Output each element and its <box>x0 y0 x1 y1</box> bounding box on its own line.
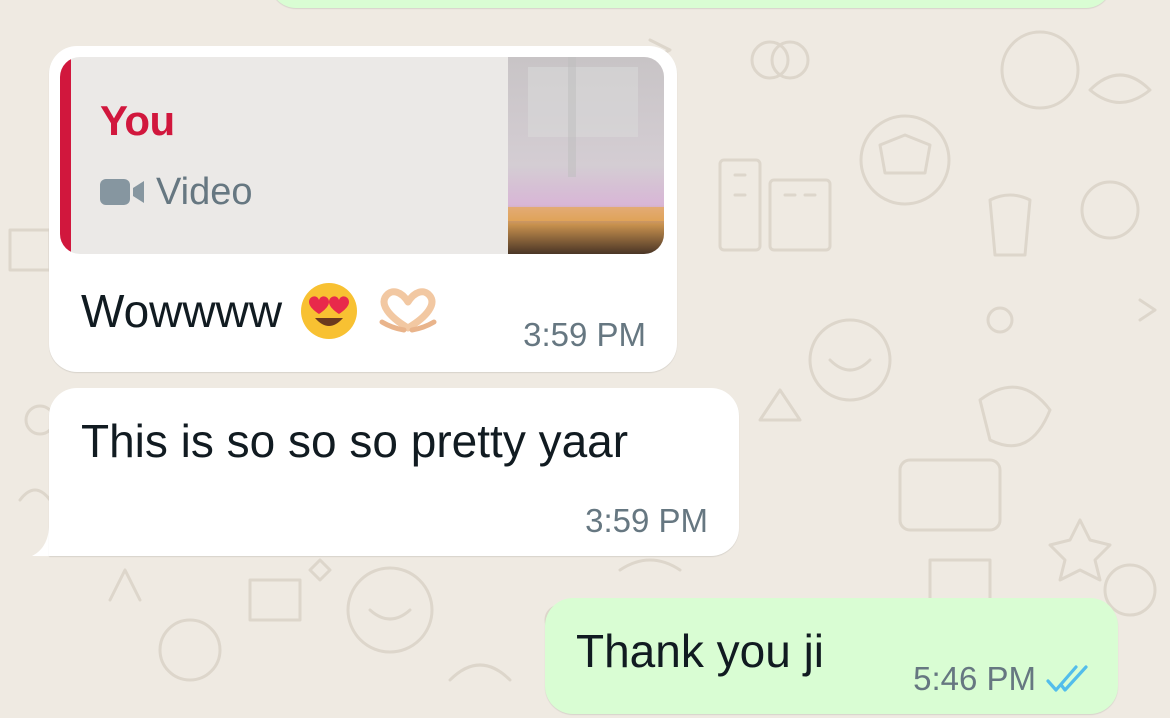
reply-media-label: Video <box>156 170 253 213</box>
message-bubble-incoming[interactable]: You Video Wowwww 3:59 PM <box>49 46 677 372</box>
video-camera-icon <box>100 179 144 205</box>
reply-author: You <box>100 97 175 144</box>
heart-hands-emoji <box>379 288 437 333</box>
reply-quote[interactable]: You Video <box>60 57 664 254</box>
message-text: Wowwww <box>81 282 440 340</box>
reply-accent-bar <box>60 57 71 254</box>
double-check-icon <box>1046 665 1088 692</box>
message-timestamp: 5:46 PM <box>913 660 1036 697</box>
message-bubble-incoming[interactable]: This is so so so pretty yaar 3:59 PM <box>49 388 739 556</box>
heart-eyes-emoji <box>301 283 358 339</box>
video-thumbnail[interactable] <box>508 57 664 254</box>
message-bubble-outgoing[interactable]: Thank you ji 5:46 PM <box>545 598 1118 714</box>
message-text-content: Wowwww <box>81 285 283 337</box>
message-meta: 5:46 PM <box>913 660 1092 698</box>
message-timestamp: 3:59 PM <box>523 316 646 353</box>
reply-media-type: Video <box>100 169 253 215</box>
message-timestamp: 3:59 PM <box>585 502 708 539</box>
message-text: This is so so so pretty yaar <box>81 415 629 467</box>
message-text: Thank you ji <box>576 625 825 677</box>
previous-outgoing-message[interactable] <box>270 0 1112 8</box>
